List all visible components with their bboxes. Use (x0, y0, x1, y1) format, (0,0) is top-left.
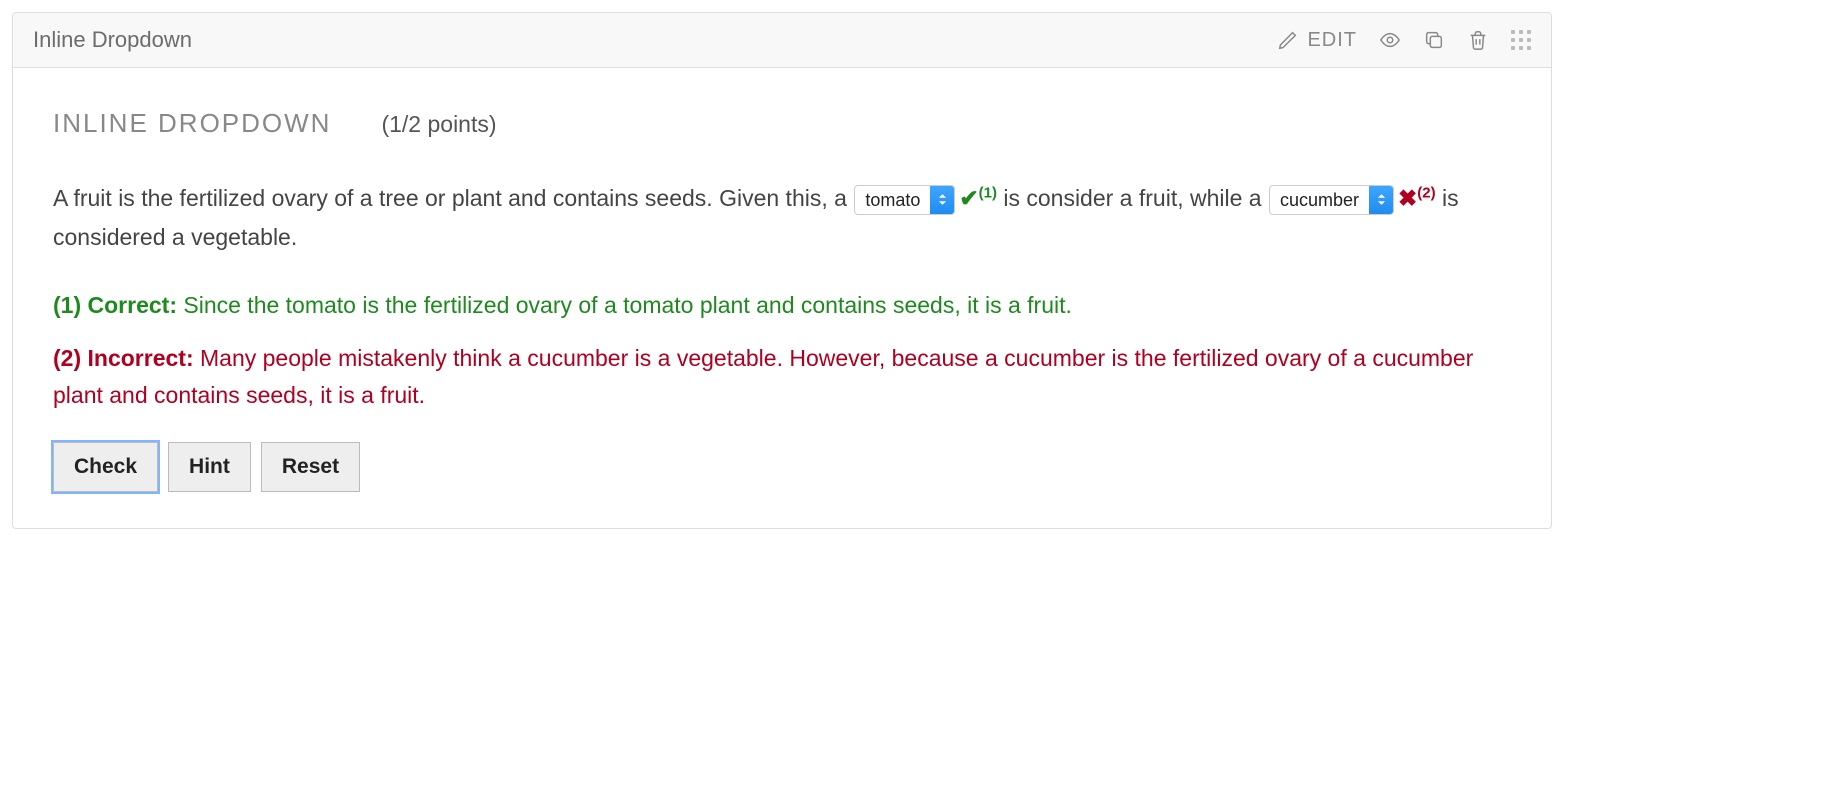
points-label: (1/2 points) (381, 111, 496, 138)
eye-icon[interactable] (1379, 29, 1401, 51)
component-card: Inline Dropdown EDIT (12, 12, 1552, 529)
edit-button[interactable]: EDIT (1277, 29, 1357, 52)
feedback-correct: (1) Correct: Since the tomato is the fer… (53, 287, 1511, 324)
dropdown-2[interactable]: cucumber (1269, 185, 1394, 215)
check-button[interactable]: Check (53, 442, 158, 492)
dropdown-1[interactable]: tomato (854, 185, 955, 215)
drag-handle-icon[interactable] (1511, 30, 1531, 50)
edit-label: EDIT (1307, 29, 1357, 52)
pencil-icon (1277, 29, 1299, 51)
dropdown-arrows-icon (1369, 186, 1393, 214)
feedback-correct-ref: (1) (53, 292, 81, 318)
dropdown-2-value: cucumber (1270, 185, 1369, 215)
dropdown-1-value: tomato (855, 185, 930, 215)
trash-icon[interactable] (1467, 29, 1489, 51)
check-icon: ✔ (959, 185, 978, 211)
feedback-incorrect-label: Incorrect: (88, 345, 194, 371)
card-body: INLINE DROPDOWN (1/2 points) A fruit is … (13, 68, 1551, 528)
problem-title-row: INLINE DROPDOWN (1/2 points) (53, 108, 1511, 139)
card-title: Inline Dropdown (33, 27, 192, 53)
copy-icon[interactable] (1423, 29, 1445, 51)
question-text: A fruit is the fertilized ovary of a tre… (53, 179, 1511, 257)
button-row: Check Hint Reset (53, 442, 1511, 492)
x-icon: ✖ (1398, 185, 1417, 211)
card-header: Inline Dropdown EDIT (13, 13, 1551, 68)
feedback-incorrect-text: Many people mistakenly think a cucumber … (53, 345, 1473, 408)
feedback-correct-text: Since the tomato is the fertilized ovary… (183, 292, 1072, 318)
hint-button[interactable]: Hint (168, 442, 251, 492)
header-actions: EDIT (1277, 29, 1531, 52)
dropdown-1-ref: (1) (979, 184, 997, 201)
reset-button[interactable]: Reset (261, 442, 360, 492)
dropdown-2-ref: (2) (1417, 184, 1435, 201)
question-part-1: A fruit is the fertilized ovary of a tre… (53, 185, 853, 211)
problem-title: INLINE DROPDOWN (53, 108, 331, 139)
dropdown-arrows-icon (930, 186, 954, 214)
feedback-incorrect-ref: (2) (53, 345, 81, 371)
feedback-incorrect: (2) Incorrect: Many people mistakenly th… (53, 340, 1511, 414)
feedback-correct-label: Correct: (88, 292, 177, 318)
question-part-2: is consider a fruit, while a (1003, 185, 1268, 211)
